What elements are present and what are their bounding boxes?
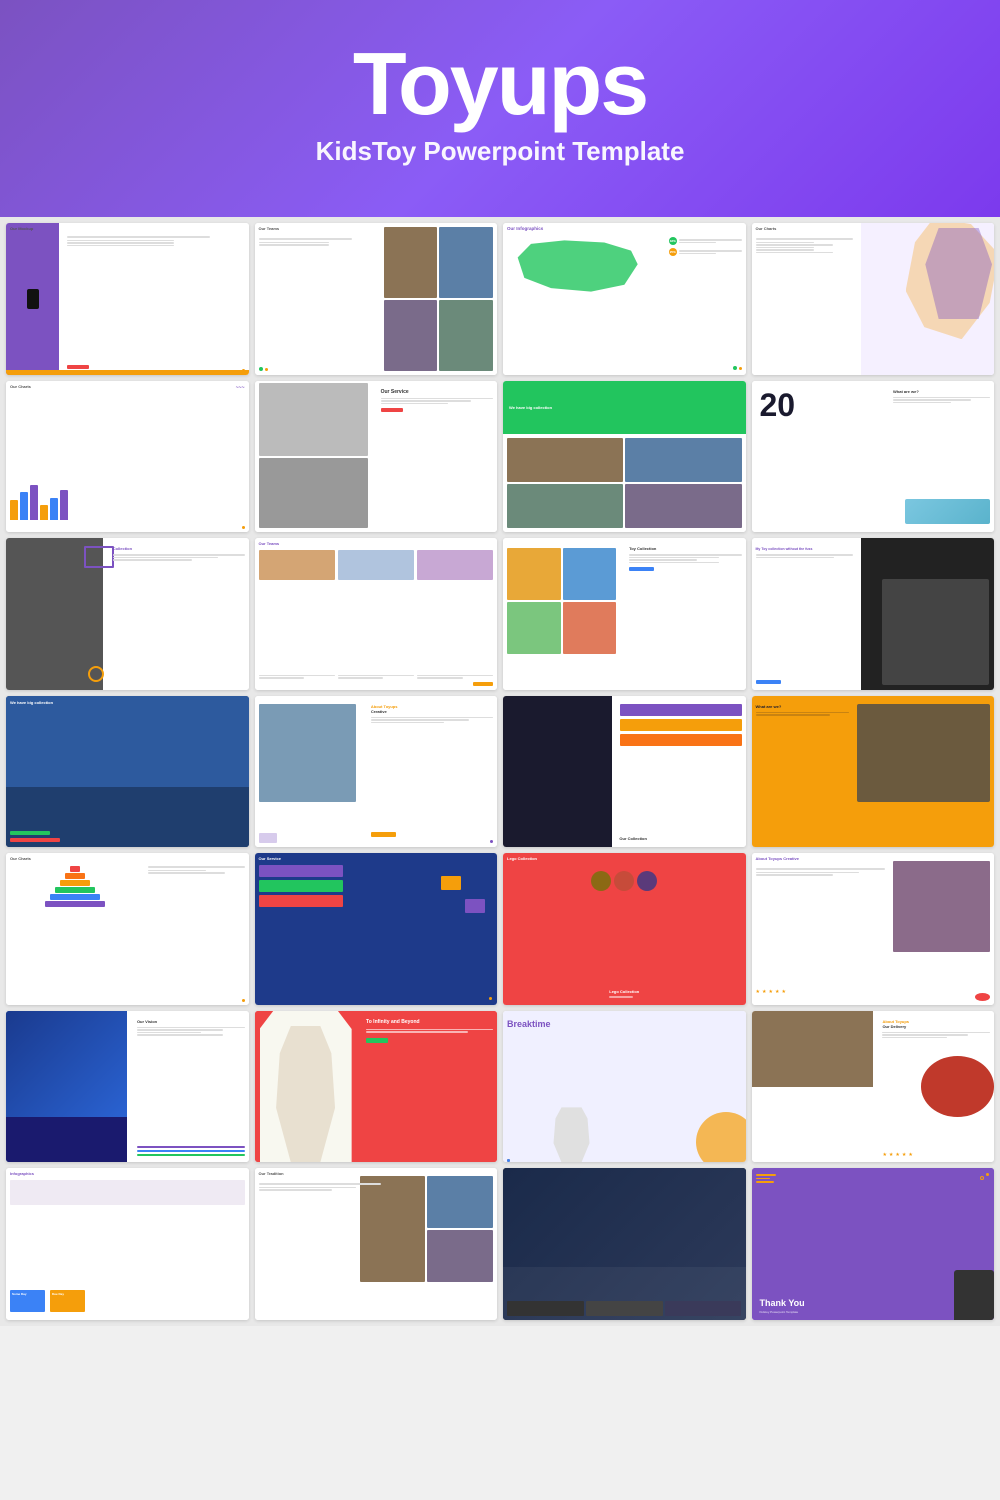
slide-5-label: Our Charts	[10, 384, 31, 389]
slide-12-label: My Toy collection without the fuss	[756, 547, 813, 551]
slide-24[interactable]: About Toyups Our Delivery ★ ★ ★ ★ ★	[752, 1011, 995, 1163]
slide-15[interactable]: Our Collection	[503, 696, 746, 848]
slide-24-label: Our Delivery	[882, 1024, 990, 1029]
slide-6-label: Our Service	[381, 389, 409, 395]
slide-26-label: Our Tradition	[259, 1171, 284, 1176]
slide-7[interactable]: We have big collection	[503, 381, 746, 533]
slide-11[interactable]: Toy Collection	[503, 538, 746, 690]
slide-16[interactable]: What are we?	[752, 696, 995, 848]
slide-20-label: About Toyups Creative	[756, 856, 800, 861]
slide-13[interactable]: We have big collection	[6, 696, 249, 848]
slide-13-label: We have big collection	[10, 700, 53, 705]
slide-23-label: Breaktime	[507, 1019, 551, 1029]
slide-12[interactable]: My Toy collection without the fuss	[752, 538, 995, 690]
slide-18[interactable]: Our Service	[255, 853, 498, 1005]
page-header: Toyups KidsToy Powerpoint Template	[0, 0, 1000, 217]
slide-1[interactable]: Our Mockup	[6, 223, 249, 375]
slide-17-label: Our Charts	[10, 856, 31, 861]
slide-8[interactable]: 20 What are we?	[752, 381, 995, 533]
slide-22[interactable]: To Infinity and Beyond	[255, 1011, 498, 1163]
slide-23[interactable]: Breaktime	[503, 1011, 746, 1163]
slide-27[interactable]	[503, 1168, 746, 1320]
slide-1-label: Our Mockup	[10, 226, 33, 231]
slide-10-label: Our Teams	[259, 541, 280, 546]
slide-14[interactable]: About Toyups Creative	[255, 696, 498, 848]
slide-11-label: Toy Collection	[629, 546, 656, 551]
slides-grid: Our Mockup Our Teams	[0, 217, 1000, 1326]
slide-25[interactable]: Infographics Some Day Due Day	[6, 1168, 249, 1320]
slide-3-label: Our Infographics	[507, 226, 543, 231]
thank-you-text: Thank You	[760, 1298, 805, 1308]
slide-2[interactable]: Our Teams	[255, 223, 498, 375]
slide-26[interactable]: Our Tradition	[255, 1168, 498, 1320]
slide-2-label: Our Teams	[259, 226, 280, 231]
slide-4-label: Our Charts	[756, 226, 777, 231]
slide-8-label: What are we?	[893, 389, 919, 394]
slide-28[interactable]: Thank You Kidstoy Powerpoint Template	[752, 1168, 995, 1320]
slide-8-number: 20	[760, 389, 796, 421]
slide-19-sub-label: Lego Collection	[609, 989, 639, 994]
slide-10[interactable]: Our Teams	[255, 538, 498, 690]
slide-19[interactable]: Lego Collection Lego Collection	[503, 853, 746, 1005]
slide-9[interactable]: Collection	[6, 538, 249, 690]
slide-3[interactable]: Our Infographics 33% 25%	[503, 223, 746, 375]
slide-15-label: Our Collection	[619, 836, 647, 841]
slide-5[interactable]: Our Charts ~~~	[6, 381, 249, 533]
slide-4[interactable]: Our Charts	[752, 223, 995, 375]
slide-19-label: Lego Collection	[507, 856, 537, 861]
slide-16-label: What are we?	[756, 704, 782, 709]
slide-9-label: Collection	[113, 546, 132, 551]
slide-20[interactable]: About Toyups Creative ★ ★ ★ ★ ★	[752, 853, 995, 1005]
slide-6[interactable]: Our Service	[255, 381, 498, 533]
slide-17[interactable]: Our Charts	[6, 853, 249, 1005]
slide-25-label: Infographics	[10, 1171, 34, 1176]
thank-you-subtitle: Kidstoy Powerpoint Template	[760, 1310, 799, 1314]
slide-21[interactable]: Our Vision	[6, 1011, 249, 1163]
main-subtitle: KidsToy Powerpoint Template	[20, 136, 980, 167]
main-title: Toyups	[20, 40, 980, 128]
slide-7-label: We have big collection	[509, 405, 552, 410]
slide-18-label: Our Service	[259, 856, 281, 861]
slide-21-label: Our Vision	[137, 1019, 157, 1024]
slide-22-label: To Infinity and Beyond	[366, 1019, 420, 1025]
